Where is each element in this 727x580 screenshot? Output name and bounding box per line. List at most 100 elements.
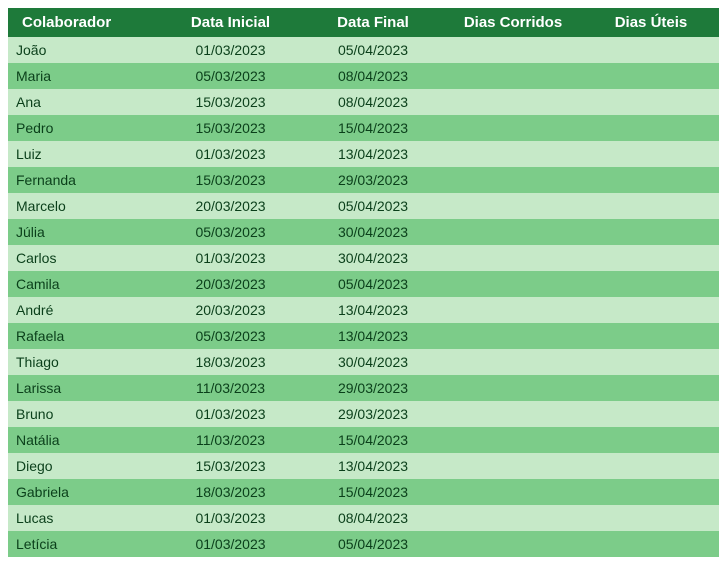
table-row: Diego15/03/202313/04/2023	[8, 453, 719, 479]
cell-colaborador: Camila	[8, 271, 158, 297]
cell-data-inicial: 20/03/2023	[158, 297, 303, 323]
cell-data-final: 13/04/2023	[303, 453, 443, 479]
table-row: Luiz01/03/202313/04/2023	[8, 141, 719, 167]
cell-colaborador: Lucas	[8, 505, 158, 531]
cell-dias-corridos	[443, 479, 583, 505]
cell-dias-corridos	[443, 115, 583, 141]
header-row: Colaborador Data Inicial Data Final Dias…	[8, 8, 719, 37]
cell-data-final: 05/04/2023	[303, 37, 443, 63]
cell-dias-corridos	[443, 37, 583, 63]
table-row: Thiago18/03/202330/04/2023	[8, 349, 719, 375]
cell-data-final: 13/04/2023	[303, 297, 443, 323]
cell-dias-uteis	[583, 401, 719, 427]
header-data-final: Data Final	[303, 8, 443, 37]
table-row: João01/03/202305/04/2023	[8, 37, 719, 63]
header-dias-uteis: Dias Úteis	[583, 8, 719, 37]
header-data-inicial: Data Inicial	[158, 8, 303, 37]
cell-dias-corridos	[443, 297, 583, 323]
cell-dias-corridos	[443, 245, 583, 271]
cell-colaborador: Carlos	[8, 245, 158, 271]
cell-colaborador: Gabriela	[8, 479, 158, 505]
cell-data-final: 13/04/2023	[303, 323, 443, 349]
cell-colaborador: Júlia	[8, 219, 158, 245]
cell-data-inicial: 15/03/2023	[158, 115, 303, 141]
cell-dias-corridos	[443, 401, 583, 427]
cell-data-inicial: 01/03/2023	[158, 245, 303, 271]
cell-data-final: 05/04/2023	[303, 271, 443, 297]
cell-data-inicial: 15/03/2023	[158, 167, 303, 193]
cell-colaborador: Pedro	[8, 115, 158, 141]
cell-data-final: 29/03/2023	[303, 375, 443, 401]
cell-data-inicial: 11/03/2023	[158, 375, 303, 401]
header-dias-corridos: Dias Corridos	[443, 8, 583, 37]
cell-dias-uteis	[583, 219, 719, 245]
cell-data-final: 15/04/2023	[303, 115, 443, 141]
cell-colaborador: Larissa	[8, 375, 158, 401]
cell-dias-corridos	[443, 427, 583, 453]
table-row: Natália11/03/202315/04/2023	[8, 427, 719, 453]
cell-colaborador: Letícia	[8, 531, 158, 557]
cell-colaborador: Natália	[8, 427, 158, 453]
cell-data-inicial: 05/03/2023	[158, 219, 303, 245]
cell-dias-uteis	[583, 167, 719, 193]
cell-data-inicial: 01/03/2023	[158, 37, 303, 63]
cell-colaborador: Thiago	[8, 349, 158, 375]
cell-dias-uteis	[583, 531, 719, 557]
cell-dias-uteis	[583, 193, 719, 219]
cell-data-inicial: 20/03/2023	[158, 271, 303, 297]
cell-data-inicial: 01/03/2023	[158, 505, 303, 531]
cell-dias-uteis	[583, 479, 719, 505]
cell-dias-uteis	[583, 453, 719, 479]
cell-data-inicial: 01/03/2023	[158, 141, 303, 167]
table-row: Camila20/03/202305/04/2023	[8, 271, 719, 297]
cell-dias-uteis	[583, 115, 719, 141]
header-colaborador: Colaborador	[8, 8, 158, 37]
cell-data-final: 05/04/2023	[303, 531, 443, 557]
cell-dias-corridos	[443, 89, 583, 115]
cell-colaborador: André	[8, 297, 158, 323]
cell-colaborador: Diego	[8, 453, 158, 479]
cell-data-final: 15/04/2023	[303, 427, 443, 453]
cell-data-final: 15/04/2023	[303, 479, 443, 505]
data-table: Colaborador Data Inicial Data Final Dias…	[8, 8, 719, 557]
table-row: Letícia01/03/202305/04/2023	[8, 531, 719, 557]
cell-colaborador: Bruno	[8, 401, 158, 427]
cell-dias-corridos	[443, 167, 583, 193]
cell-dias-corridos	[443, 349, 583, 375]
cell-data-final: 05/04/2023	[303, 193, 443, 219]
table-row: Carlos01/03/202330/04/2023	[8, 245, 719, 271]
cell-dias-corridos	[443, 63, 583, 89]
table-row: Pedro15/03/202315/04/2023	[8, 115, 719, 141]
cell-dias-corridos	[443, 505, 583, 531]
table-row: Lucas01/03/202308/04/2023	[8, 505, 719, 531]
cell-colaborador: Ana	[8, 89, 158, 115]
cell-dias-uteis	[583, 375, 719, 401]
cell-data-final: 29/03/2023	[303, 401, 443, 427]
table-row: André20/03/202313/04/2023	[8, 297, 719, 323]
table-row: Júlia05/03/202330/04/2023	[8, 219, 719, 245]
table-row: Fernanda15/03/202329/03/2023	[8, 167, 719, 193]
cell-data-inicial: 01/03/2023	[158, 531, 303, 557]
cell-dias-corridos	[443, 531, 583, 557]
cell-dias-corridos	[443, 323, 583, 349]
cell-colaborador: João	[8, 37, 158, 63]
cell-data-final: 30/04/2023	[303, 245, 443, 271]
cell-data-final: 29/03/2023	[303, 167, 443, 193]
cell-data-inicial: 18/03/2023	[158, 349, 303, 375]
cell-data-inicial: 18/03/2023	[158, 479, 303, 505]
table-row: Ana15/03/202308/04/2023	[8, 89, 719, 115]
table-row: Gabriela18/03/202315/04/2023	[8, 479, 719, 505]
cell-dias-uteis	[583, 349, 719, 375]
cell-colaborador: Fernanda	[8, 167, 158, 193]
cell-dias-corridos	[443, 271, 583, 297]
cell-dias-corridos	[443, 453, 583, 479]
cell-dias-corridos	[443, 193, 583, 219]
table-row: Larissa11/03/202329/03/2023	[8, 375, 719, 401]
cell-colaborador: Luiz	[8, 141, 158, 167]
cell-dias-corridos	[443, 219, 583, 245]
cell-data-inicial: 15/03/2023	[158, 89, 303, 115]
cell-dias-uteis	[583, 297, 719, 323]
cell-data-final: 13/04/2023	[303, 141, 443, 167]
cell-data-inicial: 11/03/2023	[158, 427, 303, 453]
cell-dias-corridos	[443, 141, 583, 167]
